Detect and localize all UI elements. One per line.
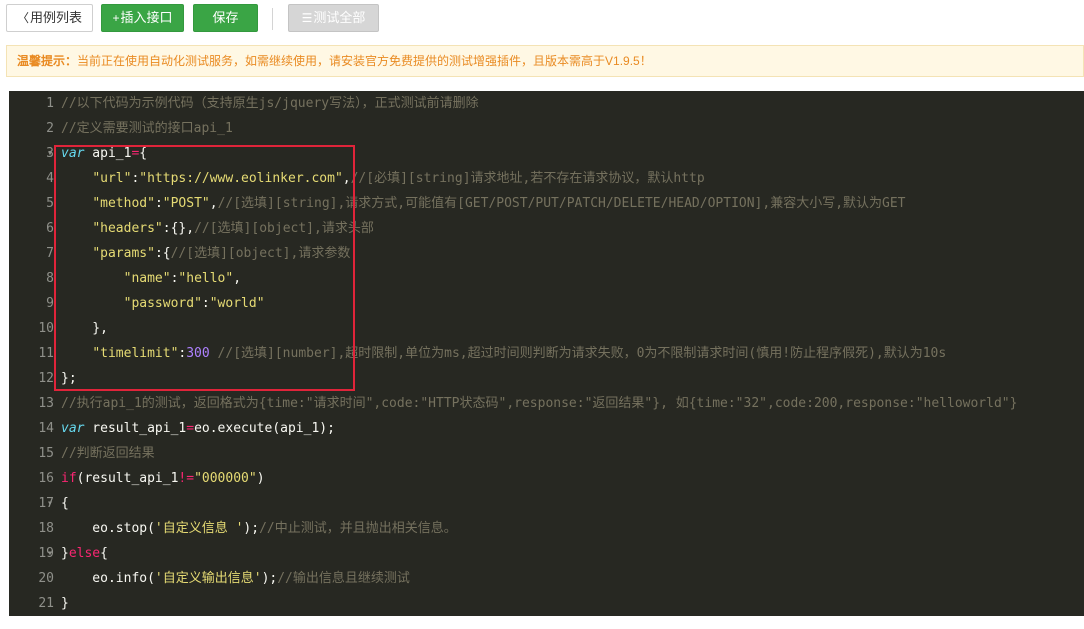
plus-icon: +: [112, 11, 120, 25]
line-number: 16: [38, 471, 54, 486]
line-number: 10: [38, 321, 54, 336]
code-line[interactable]: 14 var result_api_1=eo.execute(api_1);: [9, 416, 1084, 441]
highlight-box: [54, 145, 355, 391]
toolbar-divider: [272, 8, 273, 30]
line-number: 9: [46, 296, 54, 311]
code-line[interactable]: 2 //定义需要测试的接口api_1: [9, 116, 1084, 141]
save-button[interactable]: 保存: [193, 4, 258, 32]
test-icon: ☰: [301, 11, 313, 25]
line-number: 15: [38, 446, 54, 461]
page-bottom: [0, 616, 1084, 629]
line-number: 1: [46, 96, 54, 111]
line-number: 2: [46, 121, 54, 136]
line-number: 6: [46, 221, 54, 236]
line-number: 7: [46, 246, 54, 261]
line-number: 14: [38, 421, 54, 436]
fold-toggle-icon[interactable]: ▾: [47, 541, 53, 566]
code-line[interactable]: 1 //以下代码为示例代码（支持原生js/jquery写法），正式测试前请删除: [9, 91, 1084, 116]
code-text: eo.stop('自定义信息 ');//中止测试，并且抛出相关信息。: [61, 521, 457, 536]
back-button-label: 用例列表: [30, 10, 83, 25]
code-line[interactable]: 20 eo.info('自定义输出信息');//输出信息且继续测试: [9, 566, 1084, 591]
code-text: {: [61, 496, 69, 511]
test-all-button-label: 测试全部: [313, 10, 366, 25]
code-text: }else{: [61, 546, 108, 561]
line-number: 11: [38, 346, 54, 361]
toolbar: 〈用例列表 +插入接口 保存 ☰测试全部: [0, 0, 1084, 40]
fold-toggle-icon[interactable]: ▾: [47, 491, 53, 516]
code-line[interactable]: 13 //执行api_1的测试，返回格式为{time:"请求时间",code:"H…: [9, 391, 1084, 416]
line-number: 5: [46, 196, 54, 211]
line-number: 21: [38, 596, 54, 611]
code-text: //执行api_1的测试，返回格式为{time:"请求时间",code:"HTT…: [61, 396, 1018, 411]
code-text: if(result_api_1!="000000"): [61, 471, 265, 486]
code-line[interactable]: 15 //判断返回结果: [9, 441, 1084, 466]
code-editor[interactable]: 21} 20 eo.info('自定义输出信息');//输出信息且继续测试 19 ▾}…: [9, 91, 1084, 616]
code-line[interactable]: 19 ▾}else{: [9, 541, 1084, 566]
line-number: 18: [38, 521, 54, 536]
code-text: //判断返回结果: [61, 446, 155, 461]
code-text: var result_api_1=eo.execute(api_1);: [61, 421, 335, 436]
chevron-left-icon: 〈: [16, 11, 29, 25]
line-number: 13: [38, 396, 54, 411]
notice-text: 当前正在使用自动化测试服务，如需继续使用，请安装官方免费提供的测试增强插件，且版…: [77, 54, 652, 68]
notice-banner: 温馨提示：当前正在使用自动化测试服务，如需继续使用，请安装官方免费提供的测试增强…: [6, 45, 1084, 77]
save-button-label: 保存: [212, 10, 239, 25]
code-line[interactable]: 17 ▾{: [9, 491, 1084, 516]
line-number: 12: [38, 371, 54, 386]
insert-api-button[interactable]: +插入接口: [101, 4, 184, 32]
code-line[interactable]: 16 if(result_api_1!="000000"): [9, 466, 1084, 491]
fold-toggle-icon[interactable]: ▾: [47, 141, 53, 166]
code-text: }: [61, 596, 69, 611]
code-text: eo.info('自定义输出信息');//输出信息且继续测试: [61, 571, 410, 586]
notice-title: 温馨提示：: [17, 54, 78, 68]
code-line[interactable]: 18 eo.stop('自定义信息 ');//中止测试，并且抛出相关信息。: [9, 516, 1084, 541]
line-number: 20: [38, 571, 54, 586]
back-to-case-list-button[interactable]: 〈用例列表: [6, 4, 93, 32]
test-all-button[interactable]: ☰测试全部: [288, 4, 379, 32]
insert-button-label: 插入接口: [120, 10, 173, 25]
code-text: //以下代码为示例代码（支持原生js/jquery写法），正式测试前请删除: [61, 96, 479, 111]
code-line[interactable]: 21}: [9, 591, 1084, 616]
line-number: 8: [46, 271, 54, 286]
line-number: 4: [46, 171, 54, 186]
code-text: //定义需要测试的接口api_1: [61, 121, 233, 136]
